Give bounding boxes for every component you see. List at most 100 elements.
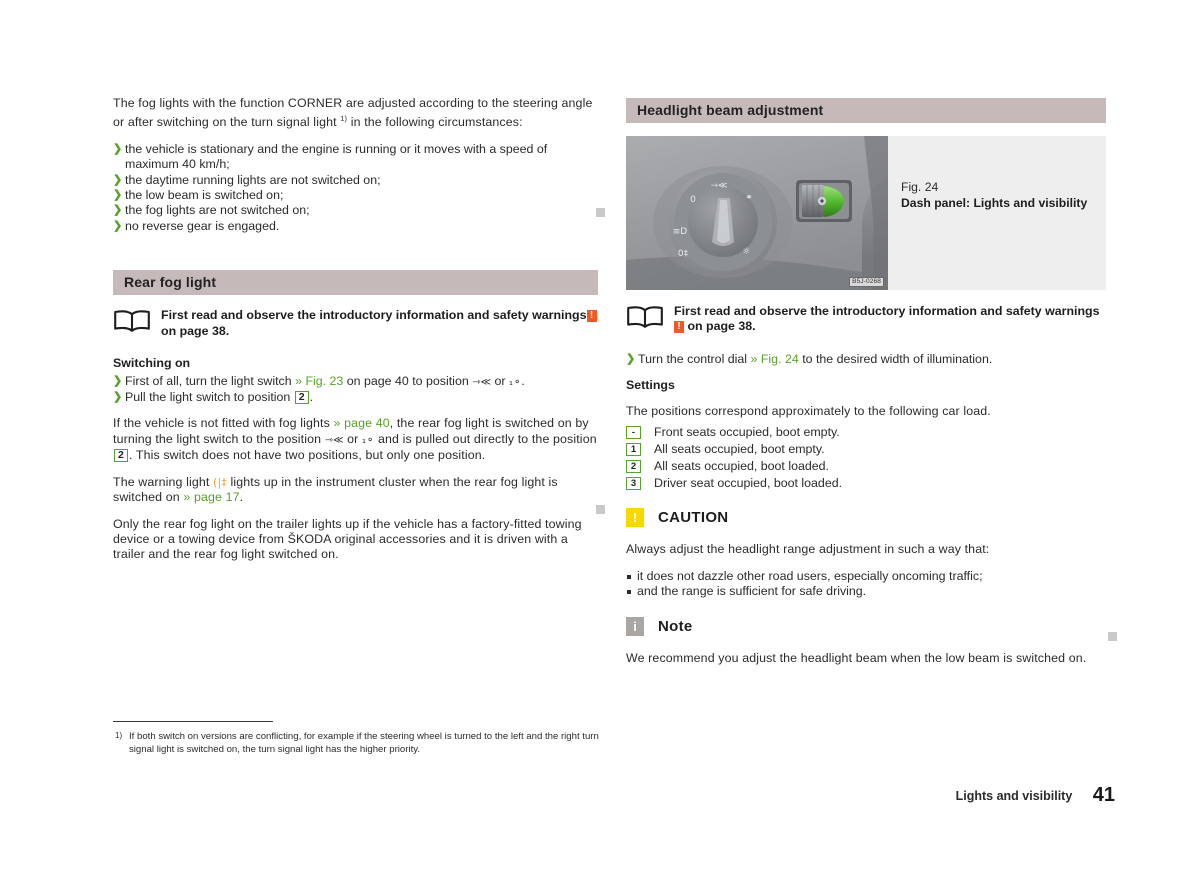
page-footer: Lights and visibility 41: [956, 784, 1115, 807]
page-number: 41: [1092, 784, 1115, 806]
margin-marker: [1108, 632, 1117, 641]
condition-text: no reverse gear is engaged.: [125, 218, 280, 233]
read-first-text-before: First read and observe the introductory …: [674, 304, 1100, 318]
read-first-text-after: on page 38.: [161, 323, 230, 338]
figure-image-dash-panel: 0 ⇾≪ ⚭ ≡D 0‡ ☼ B5J-0268: [626, 136, 888, 290]
square-bullet-icon: [627, 590, 631, 595]
text-conjunction: or: [347, 431, 359, 446]
read-first-text: First read and observe the introductory …: [113, 308, 598, 339]
position-box: 2: [114, 449, 128, 463]
condition-text: the daytime running lights are not switc…: [125, 172, 381, 187]
settings-row: 2 All seats occupied, boot loaded.: [626, 458, 1106, 475]
svg-text:0‡: 0‡: [678, 249, 689, 259]
position-key-box: 2: [626, 460, 641, 474]
position-key-box: -: [626, 426, 641, 440]
step-text-after: .: [309, 390, 314, 405]
list-item: ❯ First of all, turn the light switch » …: [113, 374, 598, 390]
list-item: it does not dazzle other road users, esp…: [626, 569, 1106, 584]
settings-row: 1 All seats occupied, boot empty.: [626, 441, 1106, 458]
position-key-box: 3: [626, 477, 641, 491]
warning-chip-icon: !: [586, 310, 597, 323]
footnote-divider: [113, 721, 273, 722]
turn-control-dial-step: ❯ Turn the control dial » Fig. 24 to the…: [626, 352, 1106, 367]
text-part-1: If the vehicle is not fitted with fog li…: [113, 416, 330, 431]
read-first-notice: First read and observe the introductory …: [113, 308, 598, 342]
margin-marker: [596, 208, 605, 217]
read-first-text: First read and observe the introductory …: [626, 304, 1106, 335]
figure-caption: Fig. 24 Dash panel: Lights and visibilit…: [901, 180, 1087, 211]
cross-reference-link[interactable]: » Fig. 23: [295, 374, 343, 388]
figure-image-id: B5J-0268: [849, 277, 884, 287]
step-text-before: Turn the control dial: [638, 352, 748, 366]
caution-title: CAUTION: [658, 509, 729, 527]
footnote-entry: 1) If both switch on versions are confli…: [113, 731, 613, 756]
right-column: Headlight beam adjustment 0 ⇾≪ ⚭ ≡D 0‡ ☼…: [626, 98, 1106, 678]
note-info-icon: i: [626, 617, 644, 637]
read-first-text-after: on page 38.: [687, 319, 756, 334]
step-text-after: .: [521, 373, 525, 388]
step-text-after: to the desired width of illumination.: [802, 352, 993, 366]
settings-row-label: All seats occupied, boot loaded.: [654, 459, 829, 474]
step-conjunction: or: [494, 373, 506, 388]
svg-text:0: 0: [690, 195, 696, 205]
arrow-bullet-icon: ❯: [113, 142, 123, 155]
condition-text: the fog lights are not switched on;: [125, 203, 310, 218]
settings-heading: Settings: [626, 378, 675, 393]
arrow-bullet-icon: ❯: [113, 189, 123, 202]
caution-icon: !: [626, 508, 644, 528]
paragraph-trailer: Only the rear fog light on the trailer l…: [113, 516, 582, 562]
step-text-before: Pull the light switch to position: [125, 390, 291, 405]
low-beam-symbol-icon: ⇾≪: [472, 376, 492, 388]
rear-fog-light-symbol-icon: (|‡: [213, 475, 227, 489]
text-part-1: The warning light: [113, 474, 210, 489]
list-item: ❯ no reverse gear is engaged.: [113, 219, 598, 234]
note-title: Note: [658, 618, 693, 636]
note-block-header: i Note: [626, 617, 1106, 639]
margin-marker: [596, 505, 605, 514]
footnote-reference: 1): [340, 114, 348, 124]
parking-light-symbol-icon: ₁⚬: [362, 434, 375, 446]
position-key-box: 1: [626, 443, 641, 457]
figure-caption-line2: Dash panel: Lights and visibility: [901, 195, 1088, 210]
warning-chip-icon: !: [674, 321, 684, 334]
arrow-bullet-icon: ❯: [113, 173, 123, 186]
list-item: ❯ the vehicle is stationary and the engin…: [113, 142, 598, 173]
footer-section-name: Lights and visibility: [955, 788, 1073, 803]
square-bullet-icon: [627, 574, 631, 579]
settings-row: - Front seats occupied, boot empty.: [626, 424, 1106, 441]
low-beam-symbol-icon: ⇾≪: [324, 434, 344, 446]
switching-on-steps: ❯ First of all, turn the light switch » …: [113, 374, 598, 406]
list-item: ❯ the fog lights are not switched on;: [113, 203, 598, 218]
condition-text: the vehicle is stationary and the engine…: [125, 141, 548, 172]
caution-intro: Always adjust the headlight range adjust…: [626, 542, 990, 557]
footnote-text: If both switch on versions are conflicti…: [129, 731, 599, 755]
condition-text: the low beam is switched on;: [125, 188, 284, 203]
list-item: ❯ Pull the light switch to position 2.: [113, 390, 598, 405]
list-item: and the range is sufficient for safe dri…: [626, 584, 1106, 599]
list-item: ❯ the daytime running lights are not swit…: [113, 173, 598, 188]
caution-block-header: ! CAUTION: [626, 508, 1106, 530]
section-header-headlight-beam-adjustment: Headlight beam adjustment: [626, 98, 1106, 123]
cross-reference-link[interactable]: » page 40: [333, 416, 389, 430]
read-first-text-before: First read and observe the introductory …: [161, 308, 587, 323]
note-text: We recommend you adjust the headlight be…: [626, 651, 1087, 666]
cross-reference-link[interactable]: » page 17: [183, 490, 239, 504]
arrow-bullet-icon: ❯: [626, 353, 636, 365]
conditions-list: ❯ the vehicle is stationary and the engin…: [113, 142, 598, 234]
figure-block: 0 ⇾≪ ⚭ ≡D 0‡ ☼ B5J-0268 Fig. 24 Dash pan…: [626, 136, 1106, 290]
cross-reference-link[interactable]: » Fig. 24: [751, 352, 799, 366]
text-part-3: .: [239, 490, 244, 505]
footnote-block: 1) If both switch on versions are confli…: [113, 721, 613, 756]
caution-item-text: it does not dazzle other road users, esp…: [637, 568, 983, 583]
arrow-bullet-icon: ❯: [113, 204, 123, 217]
step-text-middle: on page 40 to position: [346, 373, 469, 388]
text-part-3: and is pulled out directly to the positi…: [377, 431, 597, 446]
caution-items: it does not dazzle other road users, esp…: [626, 569, 1106, 600]
settings-row-label: Front seats occupied, boot empty.: [654, 425, 840, 440]
settings-row-label: All seats occupied, boot empty.: [654, 442, 825, 457]
step-text-before: First of all, turn the light switch: [125, 373, 292, 388]
footnote-marker: 1): [115, 731, 123, 740]
settings-row-label: Driver seat occupied, boot loaded.: [654, 476, 843, 491]
svg-text:☼: ☼: [742, 247, 750, 257]
position-box: 2: [294, 391, 309, 405]
